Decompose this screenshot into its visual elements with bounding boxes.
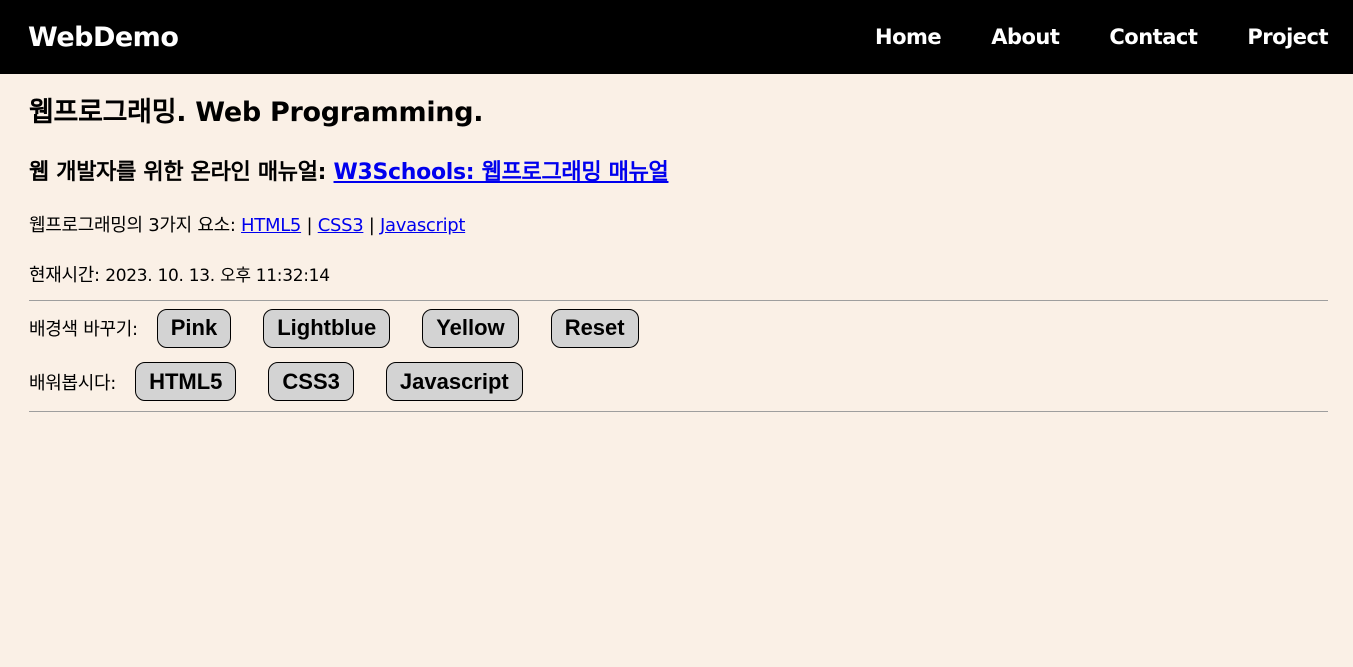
- w3schools-link[interactable]: W3Schools: 웹프로그래밍 매뉴얼: [334, 160, 669, 185]
- css3-link[interactable]: CSS3: [318, 215, 364, 236]
- css3-button[interactable]: CSS3: [268, 362, 354, 401]
- manual-heading: 웹 개발자를 위한 온라인 매뉴얼: W3Schools: 웹프로그래밍 매뉴얼: [29, 131, 1328, 188]
- learn-label: 배워봅시다:: [29, 372, 117, 394]
- reset-button[interactable]: Reset: [550, 308, 639, 348]
- html5-link[interactable]: HTML5: [241, 215, 301, 236]
- web-elements-line: 웹프로그래밍의 3가지 요소: HTML5 | CSS3 | Javascrip…: [29, 188, 1328, 238]
- page-title: 웹프로그래밍. Web Programming.: [29, 97, 484, 128]
- nav-contact-link[interactable]: Contact: [1109, 25, 1198, 49]
- nav-about-link[interactable]: About: [991, 25, 1060, 49]
- pink-button[interactable]: Pink: [156, 308, 232, 348]
- current-time-label: 현재시간:: [29, 265, 106, 286]
- nav-project-link[interactable]: Project: [1247, 25, 1328, 49]
- nav-links: Home About Contact Project: [825, 25, 1328, 49]
- javascript-link[interactable]: Javascript: [380, 215, 465, 236]
- lightblue-button[interactable]: Lightblue: [263, 308, 391, 348]
- separator: |: [301, 215, 318, 236]
- javascript-button[interactable]: Javascript: [385, 362, 523, 401]
- background-color-label: 배경색 바꾸기:: [29, 319, 138, 340]
- learn-row: 배워봅시다: HTML5 CSS3 Javascript: [29, 355, 1328, 408]
- main-content: 웹프로그래밍. Web Programming. 웹 개발자를 위한 온라인 매…: [0, 74, 1353, 412]
- top-navbar: WebDemo Home About Contact Project: [0, 0, 1353, 74]
- nav-home-link[interactable]: Home: [875, 25, 942, 49]
- manual-heading-label: 웹 개발자를 위한 온라인 매뉴얼:: [29, 160, 334, 185]
- brand-logo-link[interactable]: WebDemo: [28, 22, 179, 53]
- current-time-line: 현재시간: 2023. 10. 13. 오후 11:32:14: [29, 238, 1328, 288]
- divider-bottom: [29, 411, 1328, 412]
- separator: |: [363, 215, 380, 236]
- web-elements-label: 웹프로그래밍의 3가지 요소:: [29, 215, 242, 236]
- background-color-row: 배경색 바꾸기: Pink Lightblue Yellow Reset: [29, 301, 1328, 355]
- current-time-value: 2023. 10. 13. 오후 11:32:14: [105, 266, 330, 286]
- yellow-button[interactable]: Yellow: [422, 308, 519, 348]
- html5-button[interactable]: HTML5: [135, 362, 237, 401]
